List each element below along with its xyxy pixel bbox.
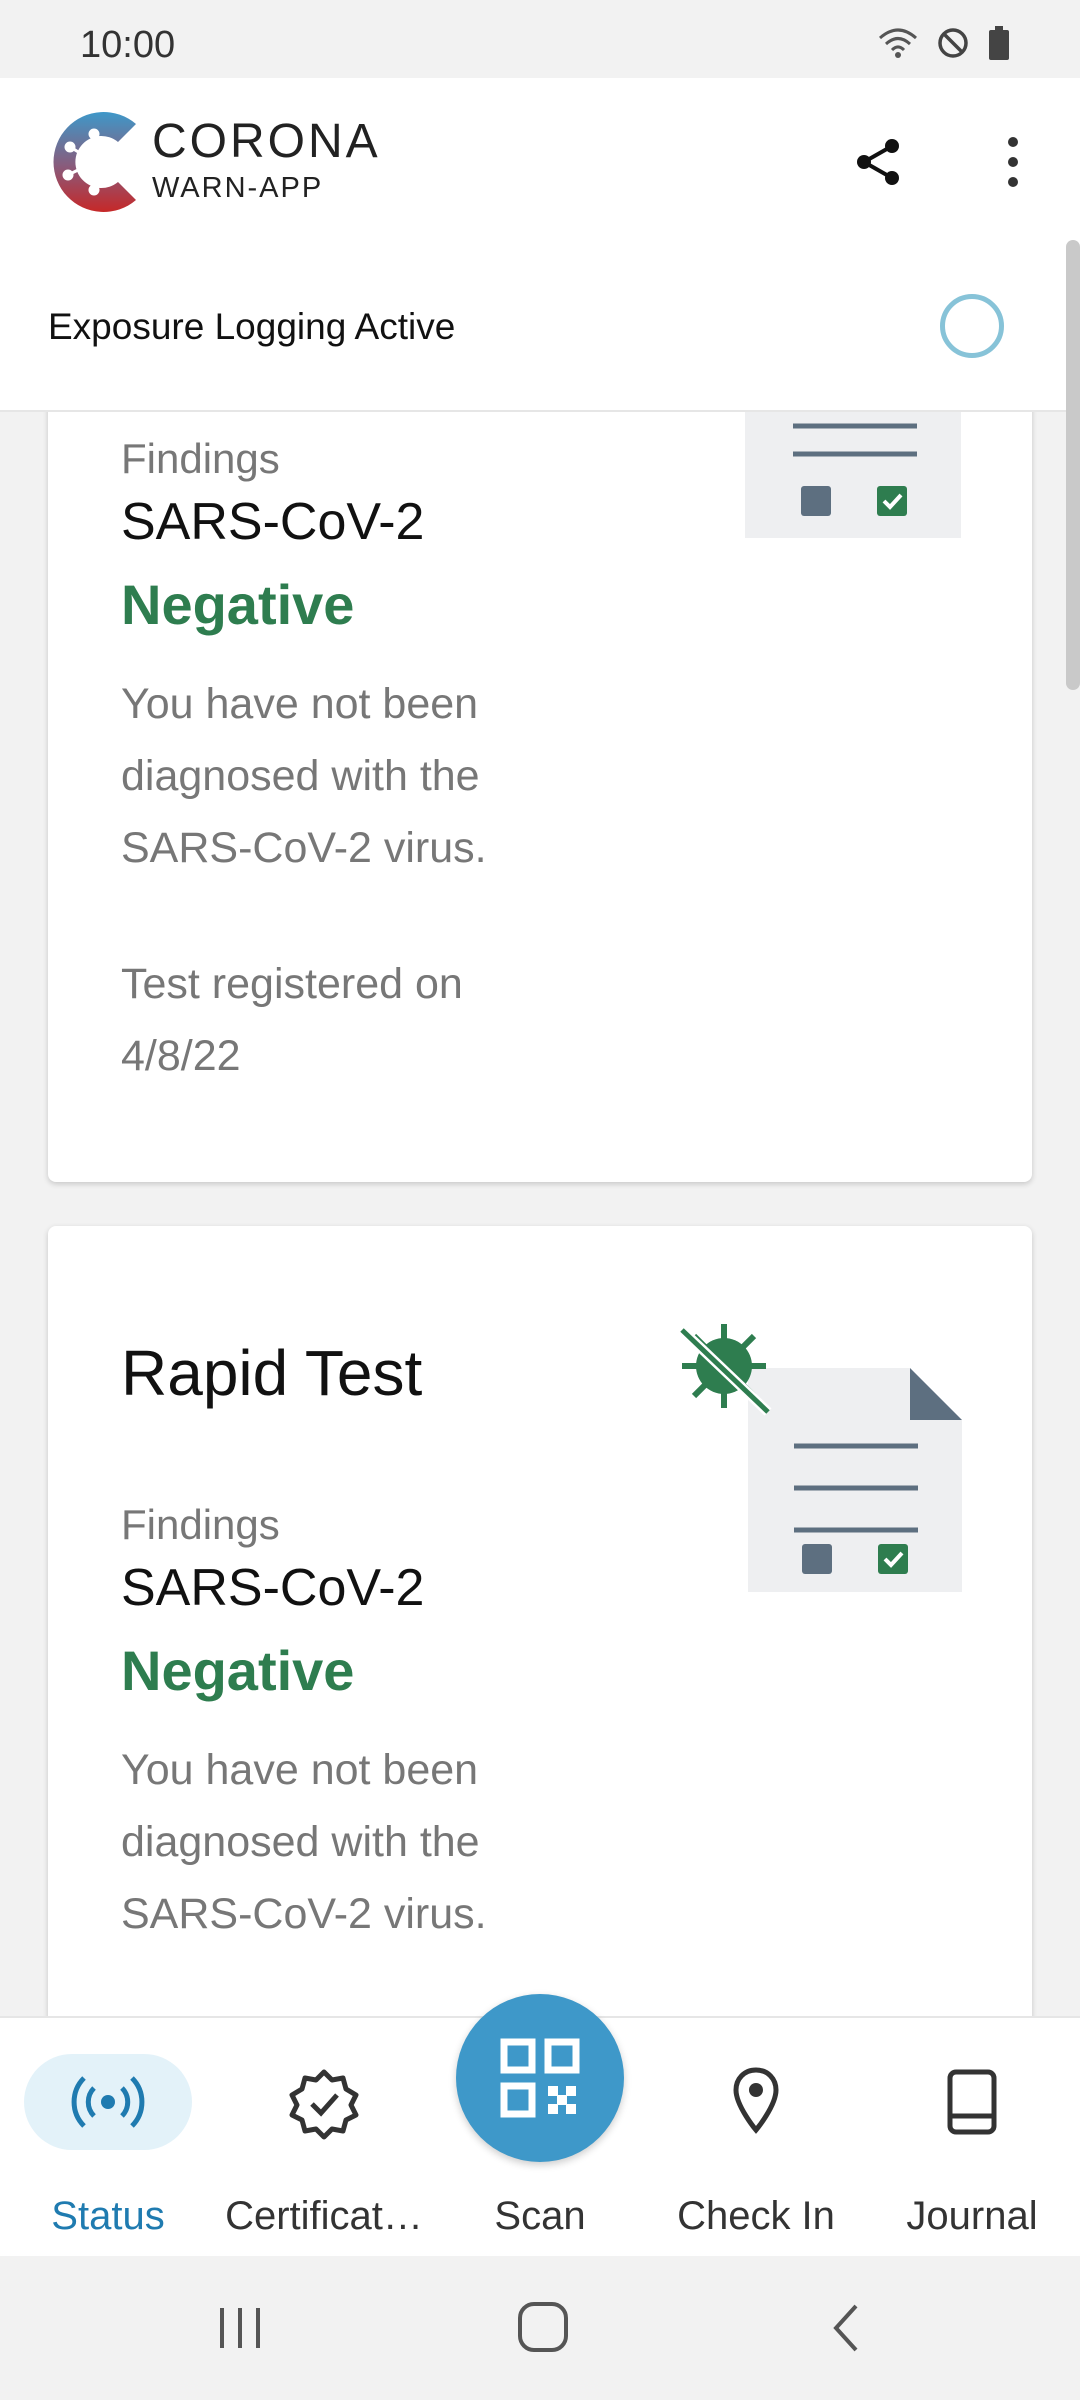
registration-info: Test registered on 4/8/22	[121, 948, 601, 1092]
findings-label: Findings	[121, 435, 280, 482]
nav-scan-label: Scan	[494, 2194, 586, 2238]
scrollbar[interactable]	[1066, 240, 1080, 690]
test-result-card[interactable]: Findings SARS-CoV-2 Negative You have no…	[48, 412, 1032, 1182]
system-navigation-bar	[0, 2256, 1080, 2400]
nav-journal-label: Journal	[906, 2194, 1038, 2238]
virus-icon	[678, 1324, 772, 1416]
scan-fab[interactable]	[456, 1994, 624, 2162]
registered-date: 4/8/22	[121, 1032, 241, 1080]
nav-certificates[interactable]: Certificat…	[216, 2018, 432, 2258]
journal-book-icon	[947, 2069, 997, 2135]
rapid-test-card[interactable]: Rapid Test Findings SARS-CoV-2 Negative …	[48, 1226, 1032, 2016]
recent-apps-icon[interactable]	[216, 2304, 266, 2352]
do-not-disturb-icon	[938, 28, 968, 58]
certificate-badge-icon	[289, 2069, 359, 2140]
battery-icon	[989, 26, 1009, 60]
exposure-logging-bar[interactable]: Exposure Logging Active	[0, 240, 1080, 412]
share-icon[interactable]	[850, 134, 906, 190]
nav-scan[interactable]: Scan	[432, 1994, 648, 2258]
test-document-icon	[745, 412, 961, 538]
app-logo-text: CORONA WARN-APP	[152, 118, 381, 205]
status-bar: 10:00	[0, 0, 1080, 78]
result-description: You have not been diagnosed with the SAR…	[121, 1746, 487, 1938]
status-icons	[878, 26, 1010, 60]
exposure-status-indicator	[940, 294, 1004, 358]
test-result: Negative	[121, 573, 355, 636]
back-icon[interactable]	[828, 2302, 864, 2354]
exposure-status-label: Exposure Logging Active	[48, 306, 456, 347]
more-options-icon[interactable]	[988, 134, 1038, 190]
nav-check-in[interactable]: Check In	[648, 2018, 864, 2258]
nav-status-label: Status	[51, 2194, 165, 2238]
broadcast-icon	[71, 2076, 145, 2128]
app-subname: WARN-APP	[152, 172, 324, 204]
nav-check-in-label: Check In	[677, 2194, 835, 2238]
findings-label: Findings	[121, 1501, 280, 1548]
test-result: Negative	[121, 1639, 355, 1702]
bottom-navigation: Status Certificat… Scan Check In Journal	[0, 1994, 1080, 2258]
app-bar: CORONA WARN-APP	[0, 78, 1080, 240]
app-name: CORONA	[152, 115, 381, 168]
status-time: 10:00	[80, 24, 176, 66]
virus-name: SARS-CoV-2	[121, 493, 425, 551]
card-title: Rapid Test	[121, 1337, 423, 1409]
nav-status[interactable]: Status	[0, 2018, 216, 2258]
qr-code-icon	[500, 2038, 580, 2118]
corona-warn-app-logo	[53, 112, 136, 212]
rapid-test-document-icon	[678, 1324, 962, 1592]
nav-certificates-label: Certificat…	[225, 2194, 423, 2238]
registered-label: Test registered on	[121, 960, 463, 1008]
virus-name: SARS-CoV-2	[121, 1559, 425, 1617]
location-pin-icon	[733, 2067, 779, 2134]
result-description: You have not been diagnosed with the SAR…	[121, 680, 487, 872]
nav-journal[interactable]: Journal	[864, 2018, 1080, 2258]
wifi-icon	[879, 28, 917, 58]
home-icon[interactable]	[516, 2300, 570, 2354]
test-results-list[interactable]: Findings SARS-CoV-2 Negative You have no…	[0, 412, 1080, 2016]
